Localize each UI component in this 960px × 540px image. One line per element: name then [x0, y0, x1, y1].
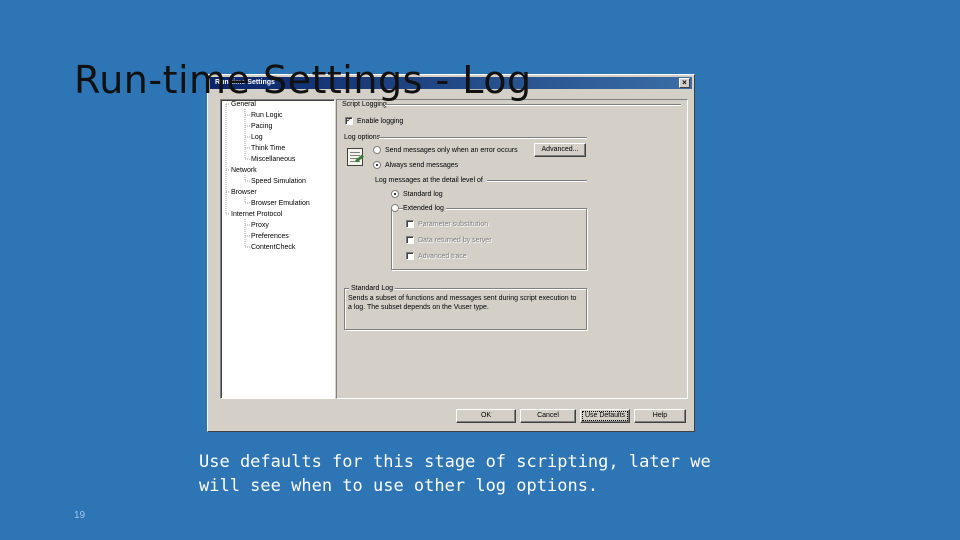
- slide-caption: Use defaults for this stage of scripting…: [199, 452, 711, 496]
- advanced-button[interactable]: Advanced...: [534, 143, 586, 157]
- log-icon: [347, 148, 363, 166]
- tree-item-network[interactable]: Network: [231, 166, 257, 175]
- enable-logging-label: Enable logging: [357, 118, 404, 125]
- settings-panel: Script Logging ✓ Enable logging Log opti…: [336, 99, 688, 399]
- use-defaults-button[interactable]: Use Defaults: [580, 409, 630, 423]
- tree-item-think-time[interactable]: Think Time: [251, 144, 285, 153]
- standard-log-radio[interactable]: [391, 190, 399, 198]
- parameter-substitution-checkbox[interactable]: [406, 220, 414, 228]
- cancel-button[interactable]: Cancel: [520, 409, 576, 423]
- data-returned-label: Data returned by server: [418, 237, 492, 244]
- slide-title: Run-time Settings - Log: [74, 58, 532, 102]
- tree-item-speed-simulation[interactable]: Speed Simulation: [251, 177, 306, 186]
- tree-item-log[interactable]: Log: [251, 133, 263, 142]
- settings-tree[interactable]: General Run Logic Pacing Log Think Time …: [220, 99, 335, 399]
- tree-item-content-check[interactable]: ContentCheck: [251, 243, 295, 252]
- slide-number: 19: [74, 510, 86, 521]
- extended-log-radio[interactable]: [391, 204, 399, 212]
- section-divider: [385, 104, 681, 106]
- log-options-label: Log options: [344, 134, 381, 141]
- description-text: Sends a subset of functions and messages…: [348, 295, 577, 311]
- tree-item-miscellaneous[interactable]: Miscellaneous: [251, 155, 295, 164]
- always-send-label: Always send messages: [385, 162, 459, 169]
- tree-item-pacing[interactable]: Pacing: [251, 122, 272, 131]
- detail-level-divider: [487, 180, 587, 182]
- tree-item-browser-emulation[interactable]: Browser Emulation: [251, 199, 310, 208]
- close-button[interactable]: ×: [679, 78, 690, 88]
- runtime-settings-dialog: Run-time Settings × General Run Logic Pa…: [207, 74, 695, 432]
- advanced-trace-checkbox[interactable]: [406, 252, 414, 260]
- tree-item-proxy[interactable]: Proxy: [251, 221, 269, 230]
- send-on-error-radio[interactable]: [373, 146, 381, 154]
- send-on-error-label: Send messages only when an error occurs: [385, 147, 518, 154]
- standard-log-label: Standard log: [403, 191, 443, 198]
- tree-item-browser[interactable]: Browser: [231, 188, 257, 197]
- parameter-substitution-label: Parameter substitution: [418, 221, 489, 228]
- close-icon: ×: [682, 78, 687, 87]
- extended-log-label: Extended log: [403, 204, 446, 213]
- always-send-radio[interactable]: [373, 161, 381, 169]
- advanced-trace-label: Advanced trace: [418, 253, 467, 260]
- tree-item-internet-protocol[interactable]: Internet Protocol: [231, 210, 282, 219]
- description-group-label: Standard Log: [349, 284, 396, 293]
- enable-logging-checkbox[interactable]: ✓: [345, 117, 353, 125]
- detail-level-label: Log messages at the detail level of: [375, 177, 483, 184]
- data-returned-checkbox[interactable]: [406, 236, 414, 244]
- help-button[interactable]: Help: [634, 409, 686, 423]
- tree-item-run-logic[interactable]: Run Logic: [251, 111, 283, 120]
- tree-item-preferences[interactable]: Preferences: [251, 232, 289, 241]
- log-options-divider: [379, 137, 587, 139]
- ok-button[interactable]: OK: [456, 409, 516, 423]
